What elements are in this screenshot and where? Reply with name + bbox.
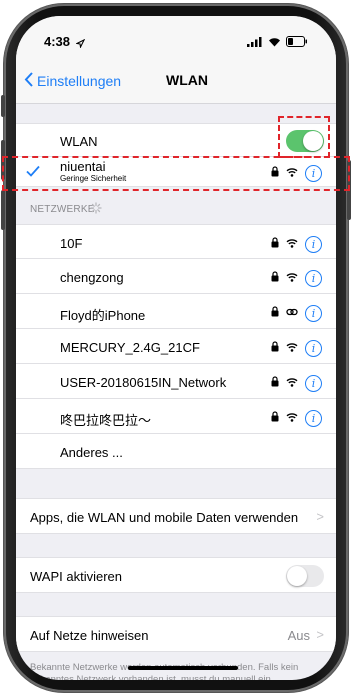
location-arrow-icon: [75, 35, 86, 53]
cellular-signal-icon: [247, 34, 263, 52]
toggle-knob: [287, 566, 307, 586]
loading-spinner-icon: [90, 201, 102, 219]
apps-using-wlan-label: Apps, die WLAN und mobile Daten verwende…: [30, 510, 299, 525]
network-name: 咚巴拉咚巴拉～: [60, 413, 152, 428]
lock-icon: [271, 339, 279, 357]
wlan-label: WLAN: [60, 134, 98, 149]
wifi-icon: [286, 374, 298, 392]
navigation-bar: Einstellungen WLAN: [16, 60, 336, 104]
wifi-icon: [286, 269, 298, 287]
network-row[interactable]: 咚巴拉咚巴拉～ i: [16, 399, 336, 434]
back-button-label: Einstellungen: [37, 73, 122, 89]
wapi-label: WAPI aktivieren: [30, 569, 122, 584]
wifi-icon: [286, 339, 298, 357]
info-button[interactable]: i: [305, 304, 322, 322]
wifi-icon: [286, 409, 298, 427]
networks-section-header: NETZWERKE: [30, 204, 95, 215]
status-time: 4:38: [44, 34, 71, 49]
annotation-highlight-connected-network: [2, 156, 350, 191]
info-button[interactable]: i: [305, 409, 322, 427]
lock-icon: [271, 269, 279, 287]
ask-to-join-value: Aus: [287, 628, 310, 643]
network-row[interactable]: MERCURY_2.4G_21CF i: [16, 329, 336, 364]
phone-side-button: [1, 95, 5, 117]
info-button[interactable]: i: [305, 235, 322, 253]
chevron-right-icon: >: [316, 627, 324, 642]
page-title: WLAN: [166, 72, 208, 88]
network-name: 10F: [60, 236, 83, 251]
other-network-label: Anderes ...: [60, 445, 123, 460]
lock-icon: [271, 235, 279, 253]
network-name: MERCURY_2.4G_21CF: [60, 340, 200, 355]
info-button[interactable]: i: [305, 339, 322, 357]
footer-note: Bekannte Netzwerke werden automatisch ve…: [30, 662, 299, 680]
apps-using-wlan-row[interactable]: Apps, die WLAN und mobile Daten verwende…: [16, 498, 336, 534]
info-button[interactable]: i: [305, 374, 322, 392]
hotspot-icon: [286, 304, 298, 322]
network-name: chengzong: [60, 270, 124, 285]
lock-icon: [271, 374, 279, 392]
network-row[interactable]: USER-20180615IN_Network i: [16, 364, 336, 399]
chevron-left-icon: [24, 72, 33, 90]
back-button[interactable]: Einstellungen: [24, 72, 121, 90]
phone-volume-down-button: [1, 190, 5, 230]
wifi-status-icon: [268, 34, 281, 52]
lock-icon: [271, 409, 279, 427]
info-button[interactable]: i: [305, 269, 322, 287]
battery-icon: [286, 34, 308, 52]
status-bar: 4:38: [16, 16, 336, 60]
network-name: USER-20180615IN_Network: [60, 375, 227, 390]
home-indicator: [128, 666, 238, 670]
annotation-highlight-toggle: [278, 116, 330, 158]
lock-icon: [271, 304, 279, 322]
chevron-right-icon: >: [316, 509, 324, 524]
network-row[interactable]: Floyd的iPhone i: [16, 294, 336, 329]
ask-to-join-label: Auf Netze hinweisen: [30, 628, 149, 643]
wifi-icon: [286, 235, 298, 253]
other-network-row[interactable]: Anderes ...: [16, 434, 336, 469]
network-row[interactable]: 10F i: [16, 224, 336, 259]
wapi-row: WAPI aktivieren: [16, 557, 336, 593]
wapi-toggle[interactable]: [286, 565, 324, 587]
network-row[interactable]: chengzong i: [16, 259, 336, 294]
ask-to-join-row[interactable]: Auf Netze hinweisen Aus >: [16, 616, 336, 652]
network-name: Floyd的iPhone: [60, 308, 146, 323]
